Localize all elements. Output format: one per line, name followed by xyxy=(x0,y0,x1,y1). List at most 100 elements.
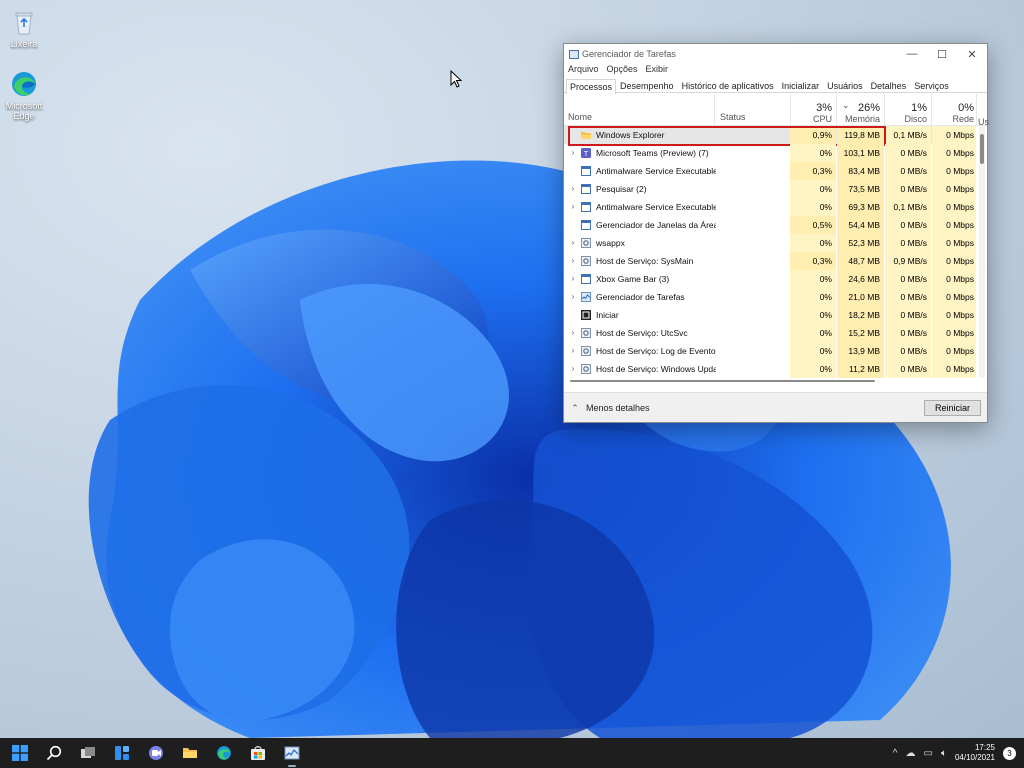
table-row[interactable]: › Host de Serviço: SysMain 0,3% 48,7 MB 0,9 … xyxy=(564,252,987,270)
cloud-icon[interactable]: ☁ xyxy=(906,748,916,759)
column-disk[interactable]: 1% Disco xyxy=(885,94,931,125)
process-memory: 13,9 MB xyxy=(837,342,884,360)
menu-opcoes[interactable]: Opções xyxy=(607,64,638,78)
table-row[interactable]: Windows Explorer 0,9% 119,8 MB 0,1 MB/s 0 Mb… xyxy=(564,126,987,146)
expand-chevron-icon[interactable] xyxy=(568,216,578,234)
process-network: 0 Mbps xyxy=(932,180,976,198)
tab-servicos[interactable]: Serviços xyxy=(910,78,953,92)
expand-chevron-icon[interactable]: › xyxy=(568,288,578,306)
vertical-scrollbar[interactable] xyxy=(979,126,985,378)
table-row[interactable]: › Host de Serviço: UtcSvc 0% 15,2 MB 0 MB/s 0… xyxy=(564,324,987,342)
process-memory: 73,5 MB xyxy=(837,180,884,198)
column-cpu[interactable]: 3% CPU xyxy=(790,94,836,125)
maximize-button[interactable]: ☐ xyxy=(927,48,957,61)
expand-chevron-icon[interactable]: › xyxy=(568,324,578,342)
process-disk: 0 MB/s xyxy=(885,306,931,324)
folder-icon xyxy=(581,130,591,140)
process-memory: 24,6 MB xyxy=(837,270,884,288)
expand-chevron-icon[interactable]: › xyxy=(568,342,578,360)
table-row[interactable]: › Pesquisar (2) 0% 73,5 MB 0 MB/s 0 Mbps xyxy=(564,180,987,198)
process-cpu: 0% xyxy=(790,270,836,288)
table-row[interactable]: Iniciar 0% 18,2 MB 0 MB/s 0 Mbps xyxy=(564,306,987,324)
desktop-icon-edge[interactable]: Microsoft Edge xyxy=(0,70,48,121)
process-name: Host de Serviço: UtcSvc xyxy=(596,328,688,338)
process-cpu: 0,3% xyxy=(790,162,836,180)
process-name: Host de Serviço: SysMain xyxy=(596,256,694,266)
process-network: 0 Mbps xyxy=(932,324,976,342)
recycle-bin-label: Lixeira xyxy=(10,39,38,49)
app-window-icon xyxy=(581,274,591,284)
tray-overflow-chevron-icon[interactable]: ^ xyxy=(893,748,898,759)
tab-detalhes[interactable]: Detalhes xyxy=(867,78,911,92)
task-view-icon[interactable] xyxy=(77,742,99,764)
tab-desempenho[interactable]: Desempenho xyxy=(616,78,678,92)
table-row[interactable]: › Antimalware Service Executable 0% 69,3 MB… xyxy=(564,198,987,216)
tab-historico[interactable]: Histórico de aplicativos xyxy=(678,78,778,92)
expand-chevron-icon[interactable]: › xyxy=(568,270,578,288)
process-disk: 0 MB/s xyxy=(885,180,931,198)
expand-chevron-icon[interactable] xyxy=(568,306,578,324)
tab-usuarios[interactable]: Usuários xyxy=(823,78,867,92)
menu-exibir[interactable]: Exibir xyxy=(646,64,669,78)
table-row[interactable]: › Xbox Game Bar (3) 0% 24,6 MB 0 MB/s 0 Mbps xyxy=(564,270,987,288)
column-memory[interactable]: ⌄ 26% Memória xyxy=(837,94,884,125)
file-explorer-icon[interactable] xyxy=(179,742,201,764)
process-network: 0 Mbps xyxy=(932,342,976,360)
process-memory: 69,3 MB xyxy=(837,198,884,216)
service-gear-icon xyxy=(581,256,591,266)
table-row[interactable]: › Host de Serviço: Windows Update 0% 11,2 M… xyxy=(564,360,987,378)
expand-chevron-icon[interactable]: › xyxy=(568,234,578,252)
notification-badge[interactable]: 3 xyxy=(1003,746,1016,760)
task-manager-icon[interactable] xyxy=(281,742,303,767)
search-icon[interactable] xyxy=(43,742,65,764)
close-button[interactable]: ✕ xyxy=(957,48,987,61)
menu-arquivo[interactable]: Arquivo xyxy=(568,64,599,78)
process-network: 0 Mbps xyxy=(932,306,976,324)
horizontal-scrollbar[interactable] xyxy=(570,379,875,383)
less-details-toggle[interactable]: ⌃ Menos detalhes xyxy=(570,403,649,413)
edge-icon[interactable] xyxy=(213,742,235,764)
app-window-icon xyxy=(581,220,591,230)
store-icon[interactable] xyxy=(247,742,269,764)
process-name: wsappx xyxy=(596,238,625,248)
process-cpu: 0% xyxy=(790,198,836,216)
expand-chevron-icon[interactable] xyxy=(568,126,578,144)
tab-processos[interactable]: Processos xyxy=(566,79,617,94)
minimize-button[interactable]: — xyxy=(897,48,927,61)
process-name: Pesquisar (2) xyxy=(596,184,647,194)
expand-chevron-icon[interactable] xyxy=(568,162,578,180)
table-row[interactable]: › Host de Serviço: Log de Eventos... 0% 13,… xyxy=(564,342,987,360)
clock[interactable]: 17:25 04/10/2021 xyxy=(955,743,995,763)
expand-chevron-icon[interactable]: › xyxy=(568,180,578,198)
chat-icon[interactable] xyxy=(145,742,167,764)
expand-chevron-icon[interactable]: › xyxy=(568,360,578,378)
table-row[interactable]: › wsappx 0% 52,3 MB 0 MB/s 0 Mbps xyxy=(564,234,987,252)
start-icon[interactable] xyxy=(9,742,31,764)
table-row[interactable]: Gerenciador de Janelas da Área ... 0,5% 54… xyxy=(564,216,987,234)
desktop-icon-recycle-bin[interactable]: Lixeira xyxy=(0,8,48,49)
process-disk: 0 MB/s xyxy=(885,270,931,288)
process-network: 0 Mbps xyxy=(932,198,976,216)
title-bar[interactable]: Gerenciador de Tarefas — ☐ ✕ xyxy=(564,44,987,64)
expand-chevron-icon[interactable]: › xyxy=(568,198,578,216)
table-row[interactable]: › T Microsoft Teams (Preview) (7) 0% 103,1 M… xyxy=(564,144,987,162)
expand-chevron-icon[interactable]: › xyxy=(568,252,578,270)
app-window-icon xyxy=(581,166,591,176)
volume-icon[interactable]: 🔈︎ xyxy=(941,748,947,759)
tab-inicializar[interactable]: Inicializar xyxy=(778,78,824,92)
restart-button[interactable]: Reiniciar xyxy=(923,399,981,416)
expand-chevron-icon[interactable]: › xyxy=(568,144,578,162)
column-name[interactable]: Nome xyxy=(564,94,714,125)
process-disk: 0 MB/s xyxy=(885,144,931,162)
column-network[interactable]: 0% Rede xyxy=(932,94,976,125)
table-row[interactable]: Antimalware Service Executable... 0,3% 83,… xyxy=(564,162,987,180)
tab-strip: Processos Desempenho Histórico de aplica… xyxy=(564,78,987,94)
column-status[interactable]: Status xyxy=(716,94,790,125)
process-disk: 0 MB/s xyxy=(885,162,931,180)
widgets-icon[interactable] xyxy=(111,742,133,764)
network-icon[interactable]: ▭ xyxy=(924,748,933,759)
process-network: 0 Mbps xyxy=(932,270,976,288)
column-extra[interactable]: Us xyxy=(978,94,989,127)
task-manager-window[interactable]: Gerenciador de Tarefas — ☐ ✕ Arquivo Opç… xyxy=(563,43,989,423)
table-row[interactable]: › Gerenciador de Tarefas 0% 21,0 MB 0 MB/s 0 … xyxy=(564,288,987,306)
